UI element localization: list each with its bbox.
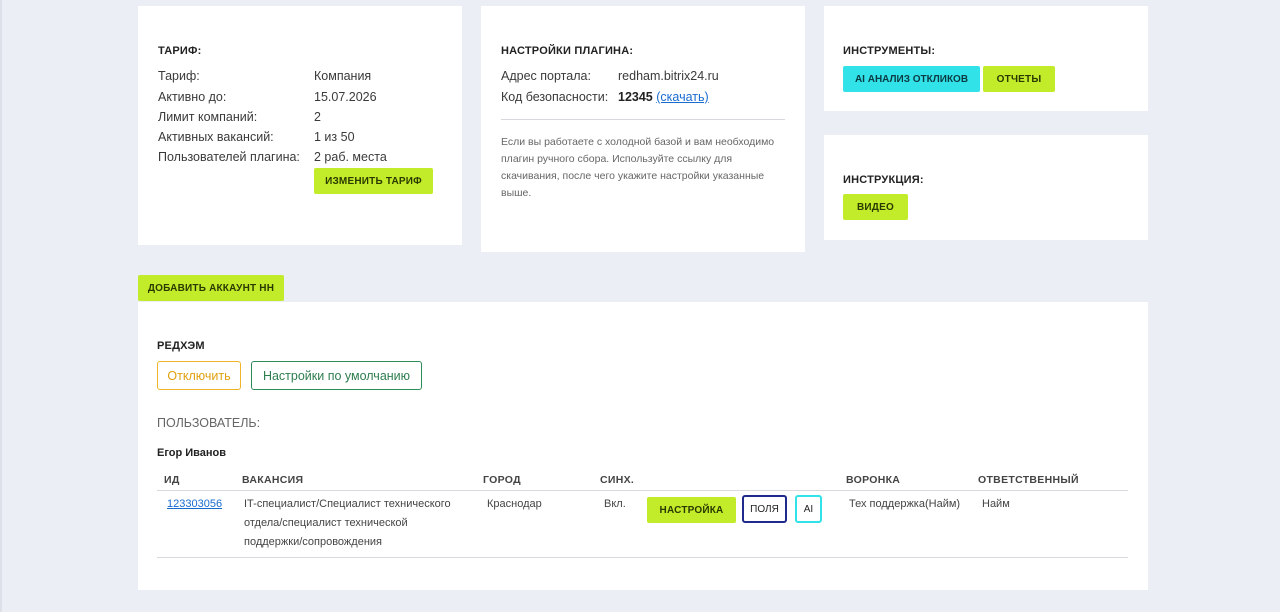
- video-button[interactable]: ВИДЕО: [843, 194, 908, 220]
- vacancy-line: отдела/специалист технической: [244, 517, 408, 529]
- active-until-label: Активно до:: [158, 90, 227, 104]
- account-name: РЕДХЭМ: [157, 340, 205, 352]
- active-vacancies-label: Активных вакансий:: [158, 130, 274, 144]
- account-card: РЕДХЭМ Отключить Настройки по умолчанию …: [138, 302, 1148, 590]
- change-tariff-button[interactable]: ИЗМЕНИТЬ ТАРИФ: [314, 168, 433, 194]
- download-link[interactable]: (скачать): [656, 90, 708, 104]
- portal-label: Адрес портала:: [501, 69, 591, 83]
- vacancy-cell: IT-специалист/Специалист технического от…: [244, 495, 474, 552]
- row-ai-button[interactable]: AI: [795, 495, 822, 523]
- tariff-label: Тариф:: [158, 69, 200, 83]
- fields-button[interactable]: ПОЛЯ: [742, 495, 787, 523]
- active-until-value: 15.07.2026: [314, 90, 377, 104]
- col-vacancy-header: ВАКАНСИЯ: [242, 474, 304, 486]
- disable-button[interactable]: Отключить: [157, 361, 241, 390]
- col-id-header: ИД: [164, 474, 180, 486]
- plugin-settings-card: НАСТРОЙКИ ПЛАГИНА: Адрес портала: redham…: [481, 6, 805, 252]
- default-settings-button[interactable]: Настройки по умолчанию: [251, 361, 422, 390]
- security-code: 12345 (скачать): [618, 90, 709, 104]
- col-city-header: ГОРОД: [483, 474, 521, 486]
- vacancy-id-link[interactable]: 123303056: [167, 495, 222, 514]
- user-name: Егор Иванов: [157, 447, 227, 459]
- security-code-label: Код безопасности:: [501, 90, 609, 104]
- plugin-users-value: 2 раб. места: [314, 150, 387, 164]
- tariff-title: ТАРИФ:: [158, 45, 202, 57]
- col-responsible-header: ОТВЕТСТВЕННЫЙ: [978, 474, 1079, 486]
- sync-cell: Вкл.: [604, 498, 626, 510]
- plugin-divider: [501, 119, 785, 120]
- tools-title: ИНСТРУМЕНТЫ:: [843, 45, 936, 57]
- company-limit-value: 2: [314, 110, 321, 124]
- settings-button[interactable]: НАСТРОЙКА: [647, 497, 736, 523]
- add-hh-account-button[interactable]: ДОБАВИТЬ АККАУНТ HH: [138, 275, 284, 301]
- vacancy-line: IT-специалист/Специалист технического: [244, 498, 451, 510]
- ai-analysis-button[interactable]: AI АНАЛИЗ ОТКЛИКОВ: [843, 66, 980, 92]
- tariff-card: ТАРИФ: Тариф: Компания Активно до: 15.07…: [138, 6, 462, 245]
- plugin-users-label: Пользователей плагина:: [158, 150, 300, 164]
- col-sync-header: СИНХ.: [600, 474, 635, 486]
- table-row-divider: [157, 557, 1128, 558]
- city-cell: Краснодар: [487, 498, 542, 510]
- funnel-cell: Тех поддержка(Найм): [849, 498, 961, 510]
- tariff-value: Компания: [314, 69, 372, 83]
- responsible-cell: Найм: [982, 498, 1010, 510]
- security-code-value: 12345: [618, 90, 653, 104]
- table-header-divider: [157, 490, 1128, 491]
- plugin-description: Если вы работаете с холодной базой и вам…: [501, 136, 775, 199]
- portal-value: redham.bitrix24.ru: [618, 69, 719, 83]
- instruction-title: ИНСТРУКЦИЯ:: [843, 174, 924, 186]
- plugin-settings-title: НАСТРОЙКИ ПЛАГИНА:: [501, 45, 634, 57]
- tools-card: ИНСТРУМЕНТЫ: AI АНАЛИЗ ОТКЛИКОВ ОТЧЕТЫ: [824, 6, 1148, 111]
- instruction-card: ИНСТРУКЦИЯ: ВИДЕО: [824, 135, 1148, 240]
- user-heading: ПОЛЬЗОВАТЕЛЬ:: [157, 416, 261, 430]
- left-edge-line: [0, 0, 2, 612]
- col-funnel-header: ВОРОНКА: [846, 474, 901, 486]
- company-limit-label: Лимит компаний:: [158, 110, 258, 124]
- active-vacancies-value: 1 из 50: [314, 130, 355, 144]
- reports-button[interactable]: ОТЧЕТЫ: [983, 66, 1055, 92]
- vacancy-line: поддержки/сопровождения: [244, 536, 382, 548]
